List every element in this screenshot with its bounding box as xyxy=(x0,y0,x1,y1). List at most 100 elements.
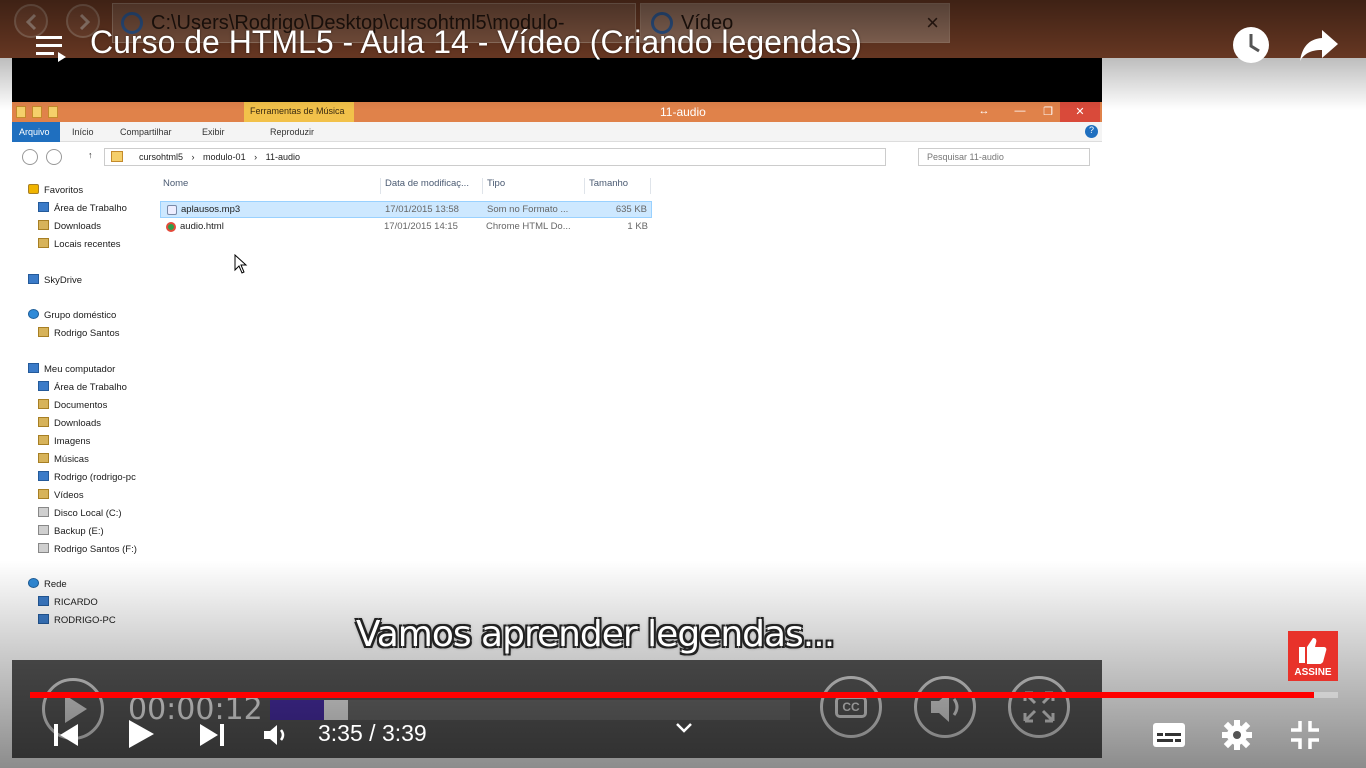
settings-gear-icon[interactable] xyxy=(1221,719,1253,756)
videos-icon xyxy=(38,489,49,499)
time-display: 3:35 / 3:39 xyxy=(318,720,427,747)
thumbs-up-icon xyxy=(1299,638,1327,664)
computer-icon xyxy=(38,596,49,606)
sidebar-item: Backup (E:) xyxy=(38,525,104,541)
path-segment: cursohtml5 xyxy=(139,152,184,162)
video-black-bar xyxy=(12,58,1102,102)
window-close-icon: ✕ xyxy=(1060,102,1100,122)
explorer-titlebar: Ferramentas de Música 11-audio ↔ — ❐ ✕ xyxy=(12,102,1102,122)
chevron-down-icon[interactable] xyxy=(674,720,694,741)
share-arrow-icon[interactable] xyxy=(1298,28,1340,67)
downloads-icon xyxy=(38,417,49,427)
file-name: aplausos.mp3 xyxy=(181,204,241,215)
drive-icon xyxy=(38,543,49,553)
explorer-window-title: 11-audio xyxy=(660,105,706,119)
pictures-icon xyxy=(38,435,49,445)
desktop-icon xyxy=(38,381,49,391)
explorer-search-box: Pesquisar 11-audio xyxy=(918,148,1090,166)
ribbon-tab-view: Exibir xyxy=(202,127,225,137)
caption-text: Vamos aprender legendas... xyxy=(355,614,835,655)
sidebar-skydrive: SkyDrive xyxy=(28,274,82,290)
contextual-tab-label: Ferramentas de Música xyxy=(244,102,354,122)
file-row: aplausos.mp3 17/01/2015 13:58 Som no For… xyxy=(160,201,652,218)
ribbon-tab-home: Início xyxy=(72,127,94,137)
playlist-icon[interactable] xyxy=(34,32,68,67)
progress-played xyxy=(30,692,1315,698)
play-icon[interactable] xyxy=(126,718,156,755)
next-icon[interactable] xyxy=(198,722,226,753)
recorded-volume-icon xyxy=(914,676,976,738)
recorded-file-explorer: Ferramentas de Música 11-audio ↔ — ❐ ✕ A… xyxy=(12,102,1102,662)
column-header-type: Tipo xyxy=(487,178,506,189)
sidebar-item: Downloads xyxy=(38,417,101,433)
sidebar-item: Vídeos xyxy=(38,489,84,505)
explorer-forward-icon xyxy=(46,149,62,165)
explorer-navbar: ↑ cursohtml5 › modulo-01 › 11-audio Pesq… xyxy=(12,146,1102,168)
explorer-sidebar: Favoritos Área de Trabalho Downloads Loc… xyxy=(12,178,152,658)
path-segment: modulo-01 xyxy=(203,152,246,162)
window-minimize-icon: — xyxy=(1014,105,1026,117)
window-maximize-icon: ❐ xyxy=(1043,106,1053,118)
explorer-path-bar: cursohtml5 › modulo-01 › 11-audio xyxy=(104,148,886,166)
chrome-file-icon xyxy=(166,222,176,232)
cloud-icon xyxy=(28,274,39,284)
ribbon-tab-play: Reproduzir xyxy=(270,127,315,137)
sidebar-computer: Meu computador xyxy=(28,363,115,379)
search-placeholder: Pesquisar 11-audio xyxy=(927,152,1004,162)
desktop-icon xyxy=(38,202,49,212)
computer-icon xyxy=(28,363,39,373)
volume-icon[interactable] xyxy=(262,723,290,752)
time-separator: / xyxy=(362,720,382,746)
quick-access-toolbar xyxy=(16,105,76,119)
video-title[interactable]: Curso de HTML5 - Aula 14 - Vídeo (Criand… xyxy=(90,24,862,61)
sidebar-item: Documentos xyxy=(38,399,107,415)
star-icon xyxy=(28,184,39,194)
sidebar-item: Downloads xyxy=(38,220,101,236)
total-time: 3:39 xyxy=(381,720,427,746)
file-size: 635 KB xyxy=(615,204,647,215)
subscribe-watermark[interactable]: ASSINE xyxy=(1288,631,1338,681)
column-header-date: Data de modificaç... xyxy=(385,178,469,189)
file-type: Som no Formato ... xyxy=(487,204,569,215)
watch-later-clock-icon[interactable] xyxy=(1232,26,1270,69)
homegroup-icon xyxy=(28,309,39,319)
file-row: audio.html 17/01/2015 14:15 Chrome HTML … xyxy=(160,219,652,236)
mouse-cursor-icon xyxy=(234,254,248,274)
recorded-tab-close-icon: × xyxy=(926,10,939,35)
column-header-size: Tamanho xyxy=(589,178,629,189)
recorded-progress-bar xyxy=(270,700,790,720)
sidebar-item: Imagens xyxy=(38,435,90,451)
subtitles-icon[interactable] xyxy=(1152,722,1186,753)
explorer-ribbon: Arquivo Início Compartilhar Exibir Repro… xyxy=(12,122,1102,142)
sidebar-item: Disco Local (C:) xyxy=(38,507,122,523)
ribbon-tab-share: Compartilhar xyxy=(120,127,172,137)
sidebar-item: RICARDO xyxy=(38,596,98,612)
recorded-cc-icon: CC xyxy=(820,676,882,738)
sidebar-item: Rodrigo (rodrigo-pc xyxy=(38,471,136,487)
progress-bar[interactable] xyxy=(30,692,1338,698)
drive-icon xyxy=(38,507,49,517)
music-icon xyxy=(38,453,49,463)
sidebar-favorites: Favoritos xyxy=(28,184,83,200)
downloads-icon xyxy=(38,220,49,230)
network-icon xyxy=(28,578,39,588)
column-header-name: Nome xyxy=(163,178,189,189)
folder-icon xyxy=(111,151,123,162)
sidebar-item: Área de Trabalho xyxy=(38,381,127,397)
subscribe-label: ASSINE xyxy=(1294,667,1332,678)
sidebar-item: Músicas xyxy=(38,453,89,469)
documents-icon xyxy=(38,399,49,409)
sidebar-item: Rodrigo Santos (F:) xyxy=(38,543,137,559)
sidebar-network: Rede xyxy=(28,578,67,594)
recorded-fullscreen-icon xyxy=(1008,676,1070,738)
sidebar-item: Rodrigo Santos xyxy=(38,327,119,343)
sidebar-homegroup: Grupo doméstico xyxy=(28,309,116,325)
ribbon-file-tab: Arquivo xyxy=(12,122,60,142)
exit-fullscreen-icon[interactable] xyxy=(1289,719,1321,756)
file-date: 17/01/2015 13:58 xyxy=(385,204,459,215)
path-segment: 11-audio xyxy=(265,152,300,162)
previous-icon[interactable] xyxy=(52,722,80,753)
file-name: audio.html xyxy=(180,221,224,232)
current-time: 3:35 xyxy=(318,720,363,746)
file-size: 1 KB xyxy=(627,221,648,232)
